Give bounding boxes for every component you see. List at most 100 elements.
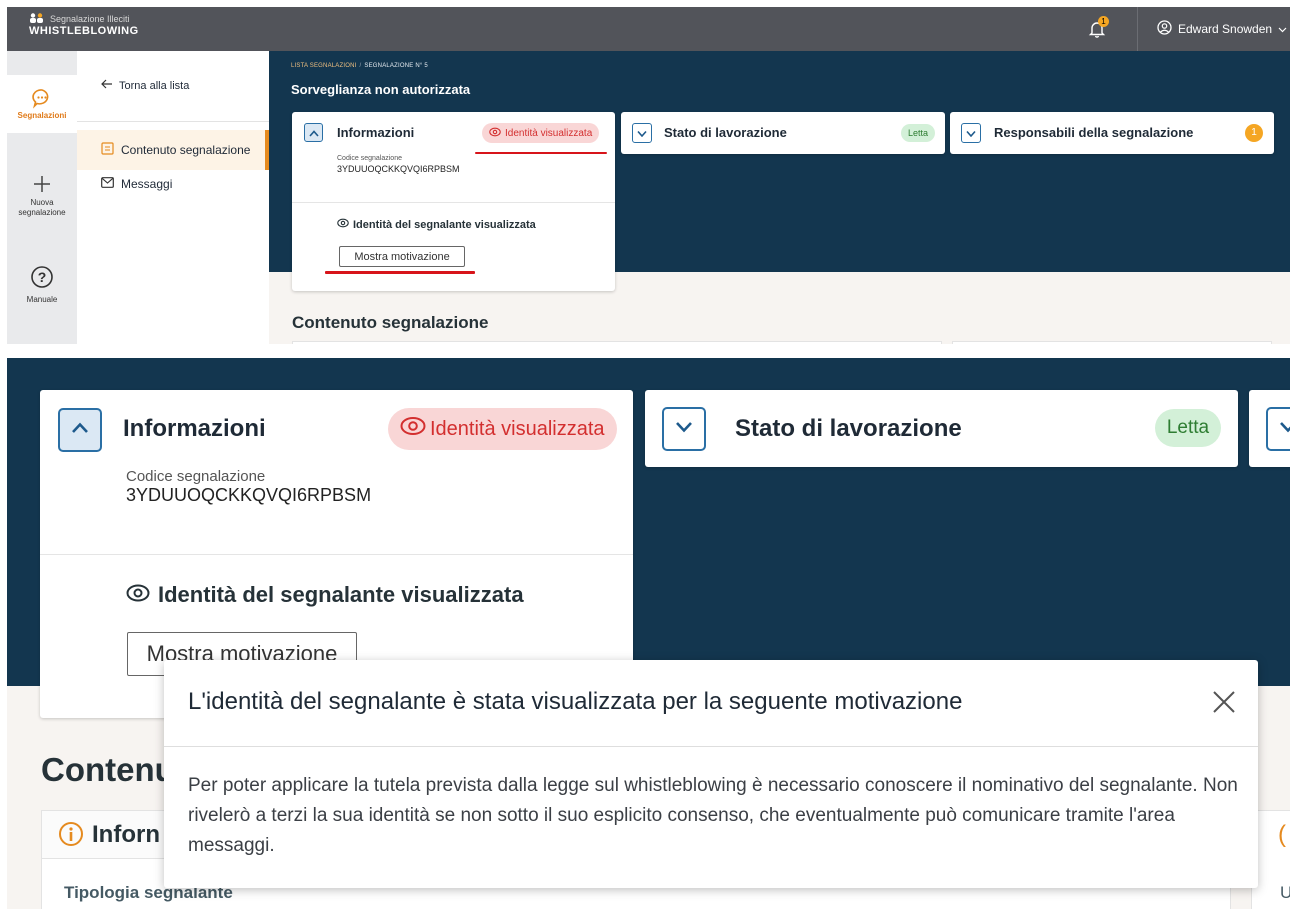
rail-label: Nuova segnalazione [18,198,66,217]
svg-text:?: ? [38,269,47,285]
notification-badge: 1 [1098,16,1109,27]
code-label: Codice segnalazione [337,155,402,162]
show-reason-button[interactable]: Mostra motivazione [339,246,465,267]
responsabili-card-partial [1249,390,1290,467]
identity-status-label: Identità del segnalante visualizzata [158,582,524,607]
modal-body: Per poter applicare la tutela prevista d… [188,775,1238,856]
chevron-down-icon [637,124,647,142]
info-circle-icon [58,821,84,852]
user-circle-icon [1157,20,1172,38]
identity-status: Identità del segnalante visualizzata [337,218,536,231]
rail-nuova-segnalazione[interactable]: Nuova segnalazione [7,174,77,218]
responsabili-card: Responsabili della segnalazione 1 [950,112,1274,154]
modal-divider [164,746,1258,747]
rail-segnalazioni[interactable]: Segnalazioni [7,75,77,133]
content-card-title: Inforn [92,821,160,848]
icon-rail: Segnalazioni Nuova segnalazione ? Manual… [7,51,77,344]
expand-button[interactable] [632,123,652,143]
expand-button[interactable] [662,407,706,451]
card-divider [40,554,633,555]
status-badge: Letta [1155,409,1221,447]
plus-icon [7,174,77,196]
eye-icon [126,582,150,608]
expand-button[interactable] [961,123,981,143]
main-content: LISTA SEGNALAZIONI / SEGNALAZIONE N° 5 Sor… [269,51,1290,344]
code-value: 3YDUUOQCKKQVQI6RPBSM [337,164,460,174]
zoomed-screenshot: Informazioni Identità visualizzata Codic… [7,358,1290,909]
chevron-down-icon [1278,22,1287,36]
nav-item-label: Messaggi [121,177,173,191]
highlight-underline [475,152,607,154]
back-link[interactable]: Torna alla lista [101,79,189,92]
people-icon [29,13,47,25]
top-screenshot: Segnalazione Illeciti WHISTLEBLOWING 1 E… [7,7,1290,344]
identity-viewed-badge: Identità visualizzata [388,408,617,450]
collapse-button[interactable] [58,408,102,452]
info-card-title: Informazioni [123,415,266,442]
code-value: 3YDUUOQCKKQVQI6RPBSM [126,485,372,505]
nav-item-contenuto[interactable]: Contenuto segnalazione [77,130,269,170]
logo-subtitle: Segnalazione Illeciti [50,14,130,24]
responsabili-card-title: Responsabili della segnalazione [994,125,1194,140]
chat-bubble-icon [7,87,77,111]
section-title: Contenu [41,751,175,788]
collapse-button[interactable] [304,123,323,142]
close-button[interactable] [1210,688,1238,716]
header-divider [1137,7,1138,51]
card-divider [292,202,615,203]
nav-divider [77,121,269,122]
chevron-down-icon [966,124,976,142]
expand-button[interactable] [1266,407,1290,451]
app-header: Segnalazione Illeciti WHISTLEBLOWING 1 E… [7,7,1290,51]
identity-viewed-label: Identità visualizzata [505,127,593,139]
help-circle-icon: ? [7,265,77,291]
info-circle-icon: ( [1278,821,1286,848]
eye-icon [489,127,501,140]
user-name: Edward Snowden [1178,22,1273,36]
status-card-title: Stato di lavorazione [664,125,787,140]
modal-title: L'identità del segnalante è stata visual… [188,688,963,715]
count-badge: 1 [1245,124,1263,142]
back-link-label: Torna alla lista [119,79,190,92]
envelope-icon [101,177,114,191]
highlight-underline [325,271,475,274]
field-label: U [1280,883,1290,902]
logo-title: WHISTLEBLOWING [29,25,139,37]
app-logo[interactable]: Segnalazione Illeciti WHISTLEBLOWING [29,13,139,37]
chevron-up-icon [308,124,319,142]
document-icon [101,142,114,158]
chevron-up-icon [71,421,89,439]
reason-modal: L'identità del segnalante è stata visual… [164,660,1258,888]
rail-label: Manuale [26,295,58,304]
chevron-down-icon [1279,420,1290,438]
status-card: Stato di lavorazione Letta [621,112,945,154]
status-card-title: Stato di lavorazione [735,415,962,442]
breadcrumb: LISTA SEGNALAZIONI / SEGNALAZIONE N° 5 [291,63,428,69]
user-menu[interactable]: Edward Snowden [1157,20,1287,38]
identity-status: Identità del segnalante visualizzata [126,582,524,608]
chevron-down-icon [675,420,693,438]
eye-icon [337,218,349,231]
close-icon [1210,691,1238,720]
code-label: Codice segnalazione [126,468,266,485]
section-card-edge [292,341,942,344]
section-title: Contenuto segnalazione [292,313,489,332]
secondary-nav: Torna alla lista Contenuto segnalazione … [77,51,269,344]
eye-icon [400,416,426,442]
nav-item-label: Contenuto segnalazione [121,143,251,157]
status-card: Stato di lavorazione Letta [645,390,1238,467]
breadcrumb-link[interactable]: LISTA SEGNALAZIONI [291,63,357,69]
breadcrumb-current: SEGNALAZIONE N° 5 [364,63,428,69]
info-card: Informazioni Identità visualizzata Codic… [292,112,615,291]
section-card-edge [952,341,1272,344]
arrow-left-icon [101,79,113,92]
page-title: Sorveglianza non autorizzata [291,82,471,97]
rail-manuale[interactable]: ? Manuale [7,265,77,304]
rail-label: Segnalazioni [17,111,67,120]
identity-viewed-badge: Identità visualizzata [482,123,600,143]
identity-viewed-label: Identità visualizzata [430,417,605,440]
info-card-title: Informazioni [337,125,415,140]
nav-item-messaggi[interactable]: Messaggi [77,171,269,197]
status-badge: Letta [901,124,935,142]
identity-status-label: Identità del segnalante visualizzata [353,218,536,231]
